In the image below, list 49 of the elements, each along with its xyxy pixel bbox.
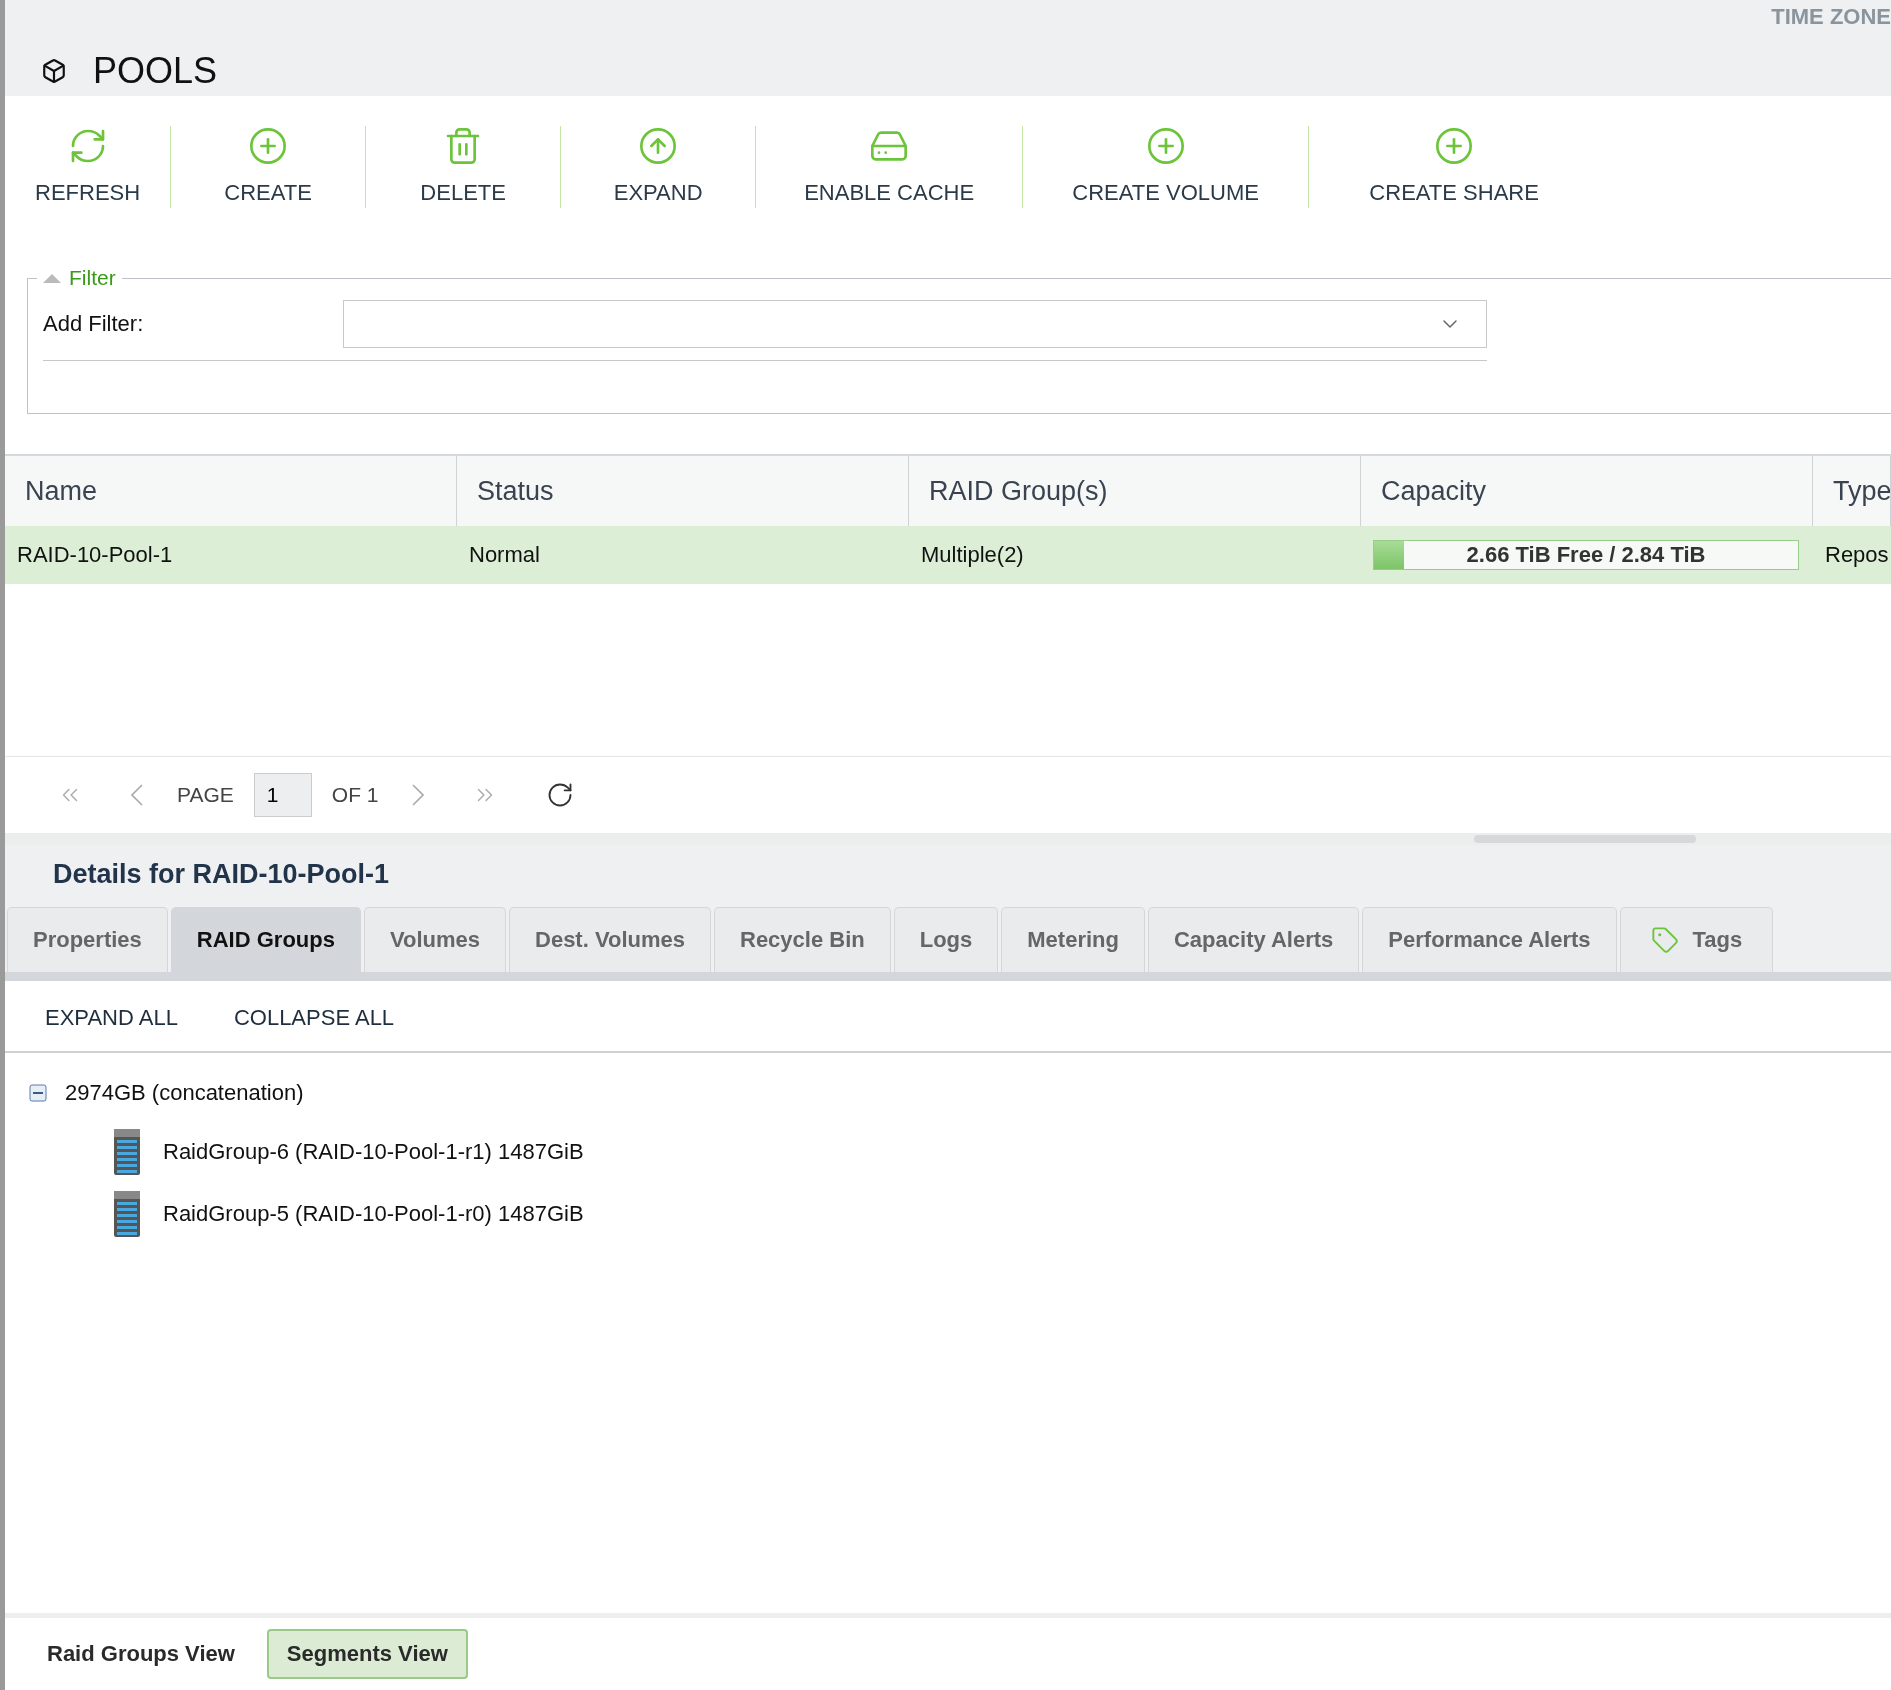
plus-circle-icon: [1434, 126, 1475, 166]
table-cell-text: Normal: [468, 541, 541, 569]
plus-circle-icon: [1145, 126, 1186, 166]
page-input[interactable]: 1: [253, 773, 312, 817]
tab[interactable]: Logs: [893, 907, 999, 972]
toolbar-button[interactable]: REFRESH: [5, 126, 171, 230]
tree-action-button[interactable]: COLLAPSE ALL: [213, 999, 415, 1037]
tree-node[interactable]: RaidGroup-6 (RAID-10-Pool-1-r1) 1487GiB: [163, 1139, 584, 1165]
tab[interactable]: Dest. Volumes: [509, 907, 711, 972]
capacity-text: 2.66 TiB Free / 2.84 TiB: [1466, 542, 1706, 568]
table-cell-text: Multiple(2): [920, 541, 1025, 569]
plus-circle-icon: [248, 126, 289, 166]
page-count: OF 1: [331, 783, 379, 807]
table-cell-text: RAID-10-Pool-1: [16, 541, 174, 569]
tab[interactable]: Metering: [1001, 907, 1145, 972]
tab[interactable]: Performance Alerts: [1362, 907, 1617, 972]
toolbar-button[interactable]: DELETE: [366, 126, 561, 230]
page-label: PAGE: [177, 783, 234, 807]
toolbar-button[interactable]: ENABLE CACHE: [756, 126, 1023, 230]
filter-label: Add Filter:: [43, 311, 145, 337]
tab[interactable]: Volumes: [363, 907, 506, 972]
server-icon: [113, 1190, 141, 1238]
chevron-left-icon: [131, 784, 143, 806]
tab[interactable]: Properties: [7, 907, 168, 972]
view-toggle-button[interactable]: Segments View: [266, 1629, 468, 1679]
toolbar-button[interactable]: CREATE: [171, 126, 366, 230]
details-title: Details for RAID-10-Pool-1: [52, 859, 391, 891]
table-row[interactable]: RAID-10-Pool-1 Normal Multiple(2) 2.66 TiB Free / 2.84 TiB Repos: [5, 526, 1891, 584]
tab[interactable]: Tags: [1619, 907, 1774, 972]
tree-action-button[interactable]: EXPAND ALL: [25, 999, 198, 1037]
arrow-up-circle-icon: [638, 126, 679, 166]
toolbar-button[interactable]: EXPAND: [561, 126, 756, 230]
filter-legend[interactable]: Filter: [69, 266, 116, 290]
filter-select[interactable]: [343, 300, 1487, 348]
view-toggle-button[interactable]: Raid Groups View: [27, 1629, 255, 1679]
collapse-icon[interactable]: [29, 1084, 47, 1102]
table-cell-text: Repos: [1824, 541, 1890, 569]
tab[interactable]: Capacity Alerts: [1148, 907, 1360, 972]
tag-icon: [1650, 926, 1679, 954]
tab[interactable]: RAID Groups: [170, 907, 361, 972]
tree-node[interactable]: RaidGroup-5 (RAID-10-Pool-1-r0) 1487GiB: [163, 1201, 584, 1227]
server-icon: [113, 1128, 141, 1176]
chevron-right-icon: [412, 784, 425, 806]
toolbar-button[interactable]: CREATE SHARE: [1309, 126, 1600, 230]
tab[interactable]: Recycle Bin: [714, 907, 891, 972]
toolbar-button[interactable]: CREATE VOLUME: [1023, 126, 1309, 230]
page-title: POOLS: [93, 50, 218, 92]
cube-icon: [41, 58, 67, 84]
tree-node[interactable]: 2974GB (concatenation): [65, 1080, 304, 1106]
